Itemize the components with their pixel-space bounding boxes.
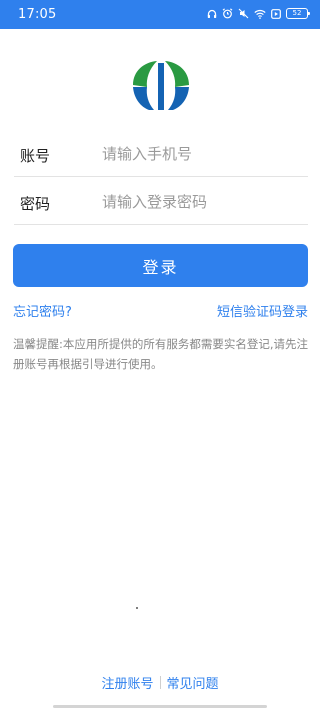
footer-links: 注册账号 常见问题 (0, 673, 320, 692)
faq-link[interactable]: 常见问题 (167, 673, 219, 692)
home-indicator[interactable] (53, 705, 267, 708)
register-link[interactable]: 注册账号 (101, 673, 153, 692)
app-logo (133, 61, 189, 110)
footer-divider (159, 676, 161, 689)
dot-mark (136, 607, 138, 609)
forgot-password-link[interactable]: 忘记密码? (13, 301, 72, 320)
status-bar: 17:05 52 (0, 0, 320, 29)
headset-icon (207, 9, 217, 18)
phone-input[interactable] (102, 139, 302, 169)
mute-icon (238, 8, 249, 19)
password-label: 密码 (20, 195, 51, 213)
alarm-icon (222, 8, 233, 19)
login-button[interactable]: 登录 (13, 244, 308, 287)
media-icon (271, 8, 281, 19)
status-time: 17:05 (18, 7, 57, 22)
password-input[interactable] (102, 187, 302, 217)
status-icons: 52 (207, 8, 310, 19)
wifi-icon (254, 9, 266, 19)
battery-icon: 52 (286, 8, 310, 19)
account-label: 账号 (20, 147, 51, 165)
password-row: 密码 (14, 179, 308, 225)
sms-login-link[interactable]: 短信验证码登录 (217, 301, 308, 320)
notice-text: 温馨提醒:本应用所提供的所有服务都需要实名登记,请先注册账号再根据引导进行使用。 (13, 337, 309, 371)
account-row: 账号 (14, 131, 308, 177)
